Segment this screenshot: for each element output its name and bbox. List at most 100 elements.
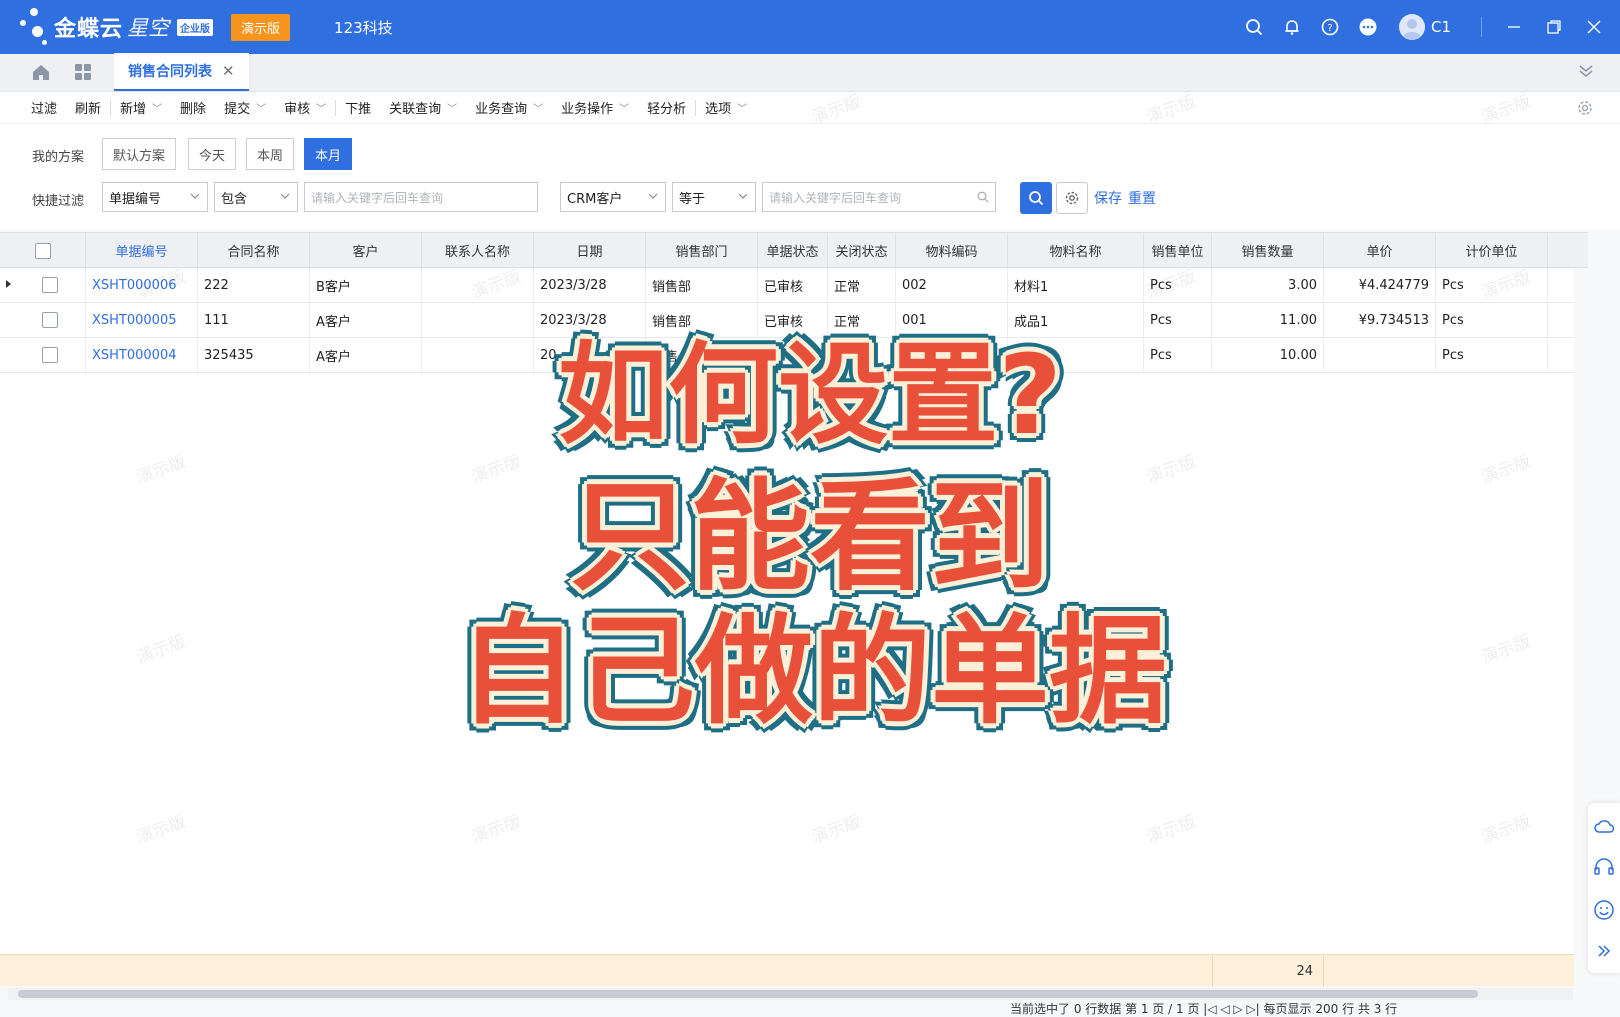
chevron-down-icon: ﹀	[533, 104, 544, 115]
headset-icon[interactable]	[1593, 857, 1615, 881]
table-row[interactable]: XSHT000006 222 B客户 2023/3/28 销售部 已审核 正常 …	[0, 268, 1574, 303]
pagination-bar[interactable]: 当前选中了 0 行数据 第 1 页 / 1 页 |◁ ◁ ▷ ▷| 每页显示 2…	[1010, 1000, 1397, 1017]
table-cell: ¥9.734513	[1324, 303, 1436, 337]
col-header[interactable]: 计价单位	[1436, 233, 1548, 268]
table-cell	[422, 268, 534, 302]
minimize-icon[interactable]	[1494, 0, 1534, 54]
table-cell: Pcs	[1144, 303, 1212, 337]
close-window-icon[interactable]	[1574, 0, 1614, 54]
col-header[interactable]: 物料名称	[1008, 233, 1144, 268]
business-query-button[interactable]: 业务查询 ﹀	[466, 92, 552, 124]
user-avatar[interactable]	[1398, 14, 1425, 40]
cloud-icon[interactable]	[1593, 817, 1615, 839]
current-row-indicator	[6, 280, 11, 288]
col-header[interactable]: 日期	[534, 233, 646, 268]
crm-keyword-placeholder: 请输入关键字后回车查询	[769, 190, 902, 205]
options-button[interactable]: 选项 ﹀	[696, 92, 756, 124]
scheme-this-week-button[interactable]: 本周	[246, 138, 294, 170]
toolbar-label: 轻分析	[647, 102, 687, 117]
crm-field-value: CRM客户	[567, 191, 623, 207]
table-cell: 3.00	[1212, 268, 1324, 302]
toolbar-label: 业务操作	[561, 102, 614, 117]
row-checkbox[interactable]	[42, 347, 58, 363]
overlay-title-line2: 只能看到	[570, 468, 1050, 607]
light-analysis-button[interactable]: 轻分析	[638, 92, 695, 124]
chevron-down-icon: ﹀	[152, 104, 163, 115]
table-cell: 2023/3/28	[534, 268, 646, 302]
filter-field-select[interactable]: 单据编号	[102, 182, 208, 212]
save-link[interactable]: 保存	[1094, 188, 1122, 208]
col-header[interactable]: 单据状态	[758, 233, 828, 268]
bill-number-link[interactable]: XSHT000005	[86, 303, 198, 337]
chat-icon[interactable]	[1356, 15, 1380, 39]
row-checkbox-cell	[20, 303, 86, 337]
col-header[interactable]: 合同名称	[198, 233, 310, 268]
delete-button[interactable]: 删除	[171, 92, 215, 124]
col-header[interactable]: 销售数量	[1212, 233, 1324, 268]
filter-button[interactable]: 过滤	[22, 92, 66, 124]
row-checkbox-cell	[20, 338, 86, 372]
crm-keyword-input[interactable]: 请输入关键字后回车查询	[762, 182, 996, 212]
push-down-button[interactable]: 下推	[336, 92, 380, 124]
row-checkbox-cell	[20, 268, 86, 302]
col-header[interactable]: 客户	[310, 233, 422, 268]
search-button[interactable]	[1020, 182, 1052, 214]
col-header[interactable]: 销售部门	[646, 233, 758, 268]
user-name[interactable]: C1	[1431, 18, 1451, 36]
smile-icon[interactable]	[1593, 899, 1615, 925]
crm-field-select[interactable]: CRM客户	[560, 182, 666, 212]
vertical-scrollbar[interactable]	[1574, 268, 1588, 988]
table-cell	[422, 303, 534, 337]
scheme-today-button[interactable]: 今天	[188, 138, 236, 170]
reset-link[interactable]: 重置	[1128, 188, 1156, 208]
audit-button[interactable]: 审核 ﹀	[275, 92, 335, 124]
filter-operator-select[interactable]: 包含	[214, 182, 298, 212]
company-name[interactable]: 123科技	[334, 17, 393, 38]
new-button[interactable]: 新增 ﹀	[111, 92, 171, 124]
toolbar-label: 审核	[284, 102, 311, 117]
double-chevron-right-icon[interactable]	[1596, 943, 1612, 963]
scheme-default-button[interactable]: 默认方案	[102, 138, 176, 170]
collapse-chevron-icon[interactable]	[1578, 63, 1594, 83]
related-query-button[interactable]: 关联查询 ﹀	[380, 92, 466, 124]
bill-number-link[interactable]: XSHT000004	[86, 338, 198, 372]
row-checkbox[interactable]	[42, 312, 58, 328]
crm-operator-select[interactable]: 等于	[672, 182, 756, 212]
col-header[interactable]: 联系人名称	[422, 233, 534, 268]
col-header[interactable]: 单据编号	[86, 233, 198, 268]
bill-number-link[interactable]: XSHT000006	[86, 268, 198, 302]
table-cell: Pcs	[1436, 303, 1548, 337]
chevron-down-icon: ﹀	[737, 104, 748, 115]
table-cell: 正常	[828, 268, 896, 302]
home-icon[interactable]	[24, 53, 58, 91]
toolbar-label: 删除	[180, 102, 207, 117]
gear-icon[interactable]	[1576, 99, 1594, 121]
search-icon[interactable]	[1242, 15, 1266, 39]
col-header[interactable]: 单价	[1324, 233, 1436, 268]
refresh-button[interactable]: 刷新	[66, 92, 110, 124]
scheme-this-month-button[interactable]: 本月	[304, 138, 352, 170]
table-cell: A客户	[310, 303, 422, 337]
table-cell: 002	[896, 268, 1008, 302]
toolbar-label: 刷新	[75, 102, 102, 117]
filter-keyword-input[interactable]: 请输入关键字后回车查询	[304, 182, 538, 212]
select-all-checkbox[interactable]	[34, 242, 51, 259]
filter-settings-button[interactable]	[1056, 182, 1088, 214]
help-icon[interactable]: ?	[1318, 15, 1342, 39]
scrollbar-thumb[interactable]	[18, 990, 1478, 998]
horizontal-scrollbar[interactable]	[8, 988, 1573, 1000]
col-header[interactable]: 关闭状态	[828, 233, 896, 268]
col-header[interactable]: 销售单位	[1144, 233, 1212, 268]
table-cell: 销售部	[646, 268, 758, 302]
row-checkbox[interactable]	[42, 277, 58, 293]
col-header[interactable]: 物料编码	[896, 233, 1008, 268]
toolbar-label: 业务查询	[475, 102, 528, 117]
apps-grid-icon[interactable]	[66, 53, 100, 91]
business-operation-button[interactable]: 业务操作 ﹀	[552, 92, 638, 124]
bell-icon[interactable]	[1280, 15, 1304, 39]
tab-close-icon[interactable]: ✕	[222, 62, 235, 80]
submit-button[interactable]: 提交 ﹀	[215, 92, 275, 124]
overlay-title-line1: 如何设置?	[558, 331, 1062, 459]
restore-icon[interactable]	[1534, 0, 1574, 54]
tab-sales-contract-list[interactable]: 销售合同列表 ✕	[114, 53, 249, 91]
